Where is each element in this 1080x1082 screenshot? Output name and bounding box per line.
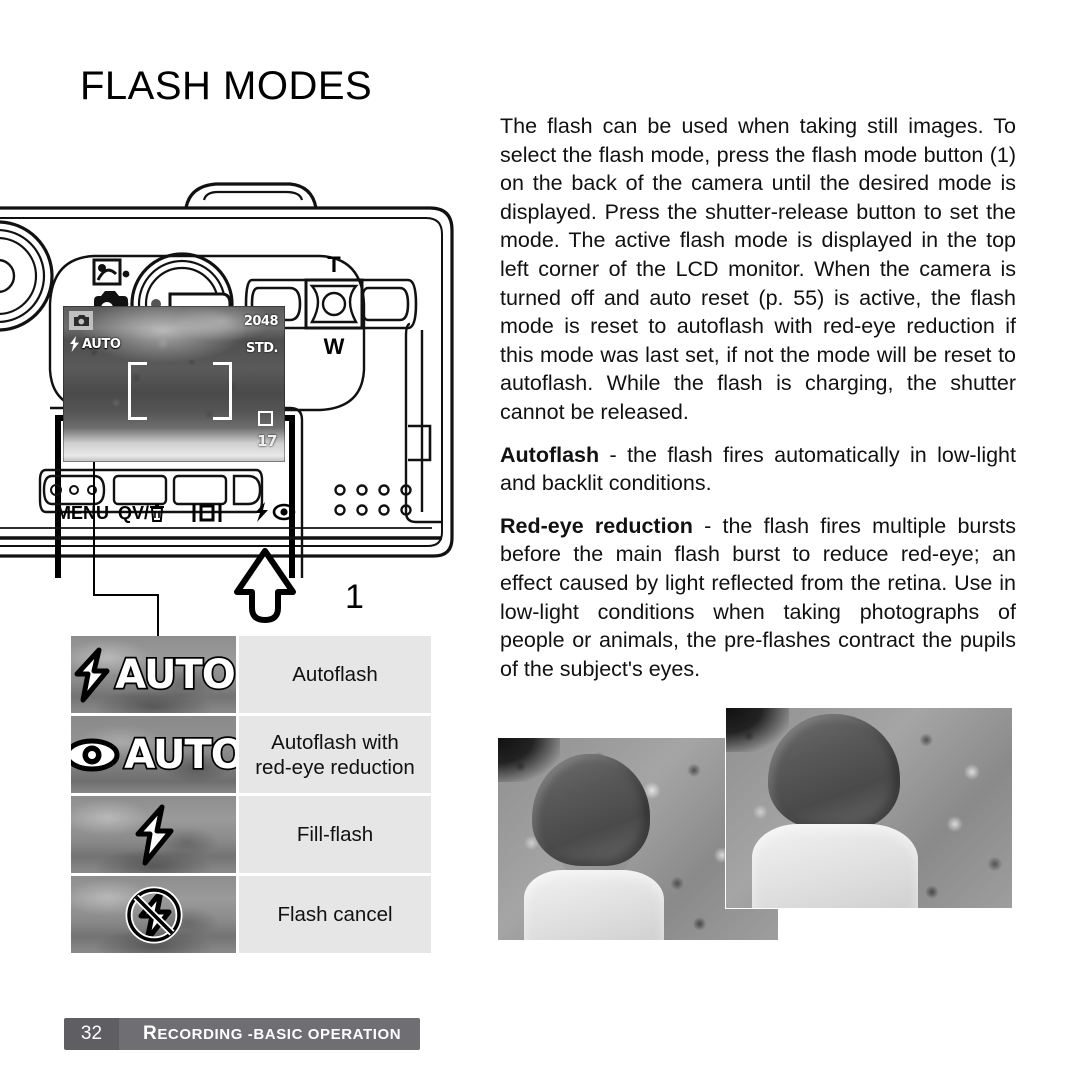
flash-redeye-icon (255, 502, 296, 522)
af-frame-left-bracket (128, 362, 147, 420)
footer-section-rest: ECORDING - (157, 1025, 254, 1043)
autoflash-label: Autoflash (239, 636, 431, 713)
flash-button-pointer-arrow (233, 548, 297, 629)
flash-cancel-icon-cell (71, 876, 236, 953)
photo-child-shirt (752, 824, 918, 908)
lcd-flash-mode-text: AUTO (82, 336, 121, 352)
footer-section-initial: R (143, 1023, 158, 1044)
paragraph-intro: The flash can be used when taking still … (500, 114, 1016, 424)
autoflash-auto-text: AUTO (114, 650, 236, 700)
lcd-resolution-text: 2048 (243, 314, 279, 329)
lcd-flash-mode-indicator: AUTO (69, 336, 121, 352)
term-redeye-reduction: Red-eye reduction (500, 513, 693, 538)
bolt-icon (74, 647, 110, 702)
flash-cancel-label: Flash cancel (239, 876, 431, 953)
flash-mode-button-label (252, 501, 296, 528)
body-text-column: The flash can be used when taking still … (500, 112, 1016, 683)
camera-glyph-icon (73, 315, 89, 326)
flash-mode-row-flash-cancel: Flash cancel (71, 876, 431, 953)
footer-section-title: R ECORDING - BASIC OPERATION (119, 1018, 420, 1050)
term-autoflash: Autoflash (500, 442, 600, 467)
lcd-card-indicator-icon (258, 411, 273, 426)
mode-dial-icon-setup (92, 258, 130, 286)
zoom-tele-label: T (327, 252, 341, 277)
callout-number-1: 1 (345, 578, 364, 616)
eye-icon (71, 738, 120, 771)
footer-section-tail: BASIC OPERATION (253, 1025, 402, 1043)
paragraph-redeye: Red-eye reduction - the flash fires mult… (500, 512, 1016, 684)
callout-leader-line-vertical-2 (157, 594, 159, 636)
menu-button-label: MENU (56, 503, 109, 523)
lcd-quality-text: STD. (246, 341, 278, 356)
page-title: FLASH MODES (80, 64, 373, 108)
speaker-grille-icon (334, 484, 412, 516)
autoflash-redeye-icon: AUTO (71, 730, 236, 780)
lcd-frame-counter-text: 17 (257, 432, 277, 450)
bolt-icon (70, 336, 79, 352)
fill-flash-icon-cell (71, 796, 236, 873)
camera-button-label-row: MENU QV/ (56, 500, 296, 528)
autoflash-redeye-label: Autoflash with red-eye reduction (239, 716, 431, 793)
lcd-recording-mode-icon (69, 311, 93, 330)
photo-child-shirt (524, 870, 664, 940)
up-arrow-icon (234, 548, 296, 623)
callout-leader-line-horizontal (93, 594, 159, 596)
flash-mode-table: AUTO Autoflash AUTO Autoflash with red-e… (71, 636, 431, 953)
desc-redeye-reduction: - the flash fires multiple bursts before… (500, 513, 1016, 681)
flash-mode-row-autoflash: AUTO Autoflash (71, 636, 431, 713)
paragraph-autoflash: Autoflash - the flash fires automaticall… (500, 441, 1016, 498)
fill-flash-icon (135, 804, 173, 865)
lcd-monitor-screen: AUTO 2048 STD. 17 (63, 306, 285, 462)
autoflash-icon-cell: AUTO (71, 636, 236, 713)
lcd-preview-image (63, 306, 285, 462)
photo-with-red-eye-reduction (726, 708, 1012, 908)
autoflash-icon: AUTO (72, 647, 236, 703)
af-frame-right-bracket (213, 362, 232, 420)
flash-mode-row-fill-flash: Fill-flash (71, 796, 431, 873)
page-footer: 32 R ECORDING - BASIC OPERATION (64, 1018, 420, 1050)
flash-mode-row-autoflash-redeye: AUTO Autoflash with red-eye reduction (71, 716, 431, 793)
flash-cancel-icon (125, 886, 182, 943)
footer-page-number: 32 (64, 1018, 119, 1050)
trash-icon (150, 504, 165, 522)
zoom-wide-label: W (324, 334, 345, 359)
display-mode-icon (192, 504, 222, 522)
display-button-label (192, 503, 222, 528)
fill-flash-label: Fill-flash (239, 796, 431, 873)
autoflash-redeye-auto-text: AUTO (123, 730, 236, 780)
quickview-delete-button-label: QV/ (118, 503, 165, 524)
autoflash-redeye-icon-cell: AUTO (71, 716, 236, 793)
